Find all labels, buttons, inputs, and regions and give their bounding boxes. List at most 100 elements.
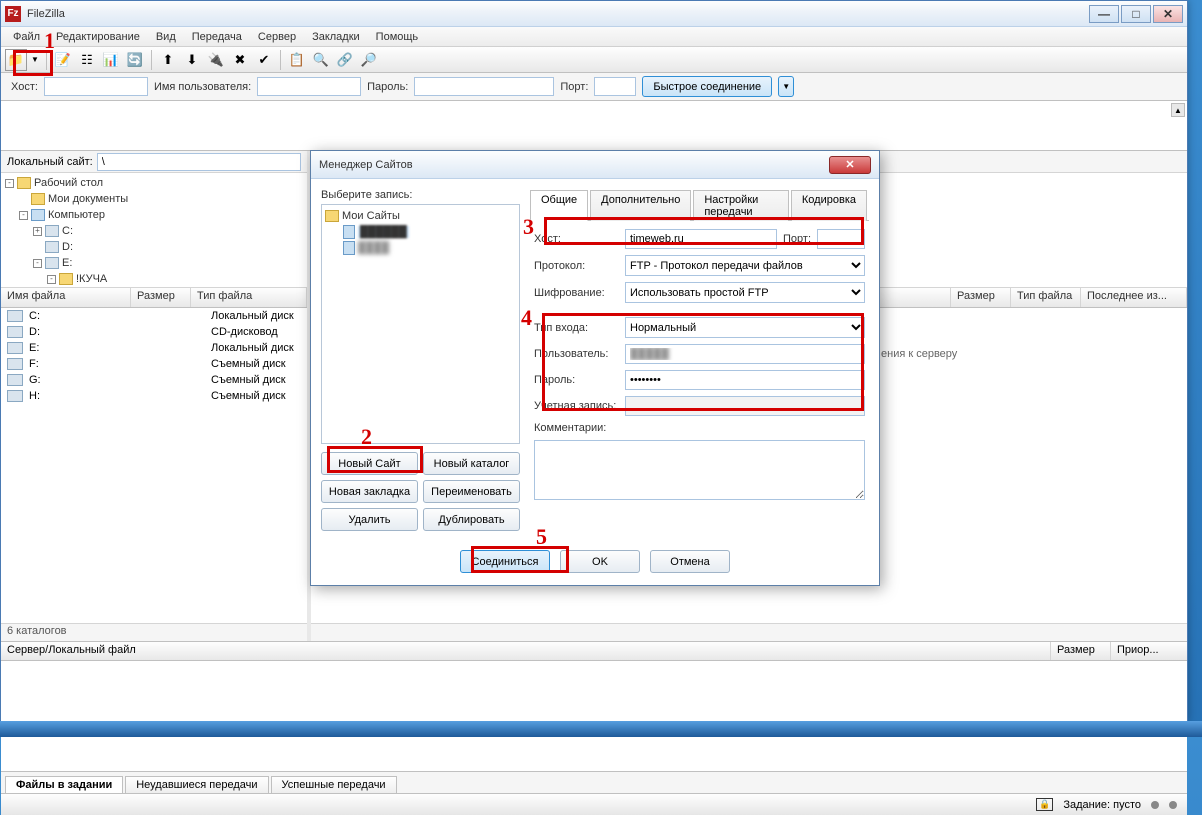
tree-docs[interactable]: Мои документы (48, 193, 128, 205)
toggle-queue-icon[interactable]: 📊 (100, 49, 122, 71)
tab-charset[interactable]: Кодировка (791, 190, 867, 221)
tree-drive-c[interactable]: C: (62, 225, 73, 237)
new-site-button[interactable]: Новый Сайт (321, 452, 418, 475)
user-input[interactable] (625, 344, 865, 364)
tree-computer[interactable]: Компьютер (48, 209, 105, 221)
dialog-tabs: Общие Дополнительно Настройки передачи К… (530, 189, 869, 221)
site-manager-button[interactable]: 📁 (5, 49, 27, 71)
rcol-size[interactable]: Размер (951, 288, 1011, 307)
password-input[interactable] (625, 370, 865, 390)
rcol-modified[interactable]: Последнее из... (1081, 288, 1187, 307)
rcol-type[interactable]: Тип файла (1011, 288, 1081, 307)
ok-button[interactable]: OK (560, 550, 640, 573)
search-icon[interactable]: 🔎 (358, 49, 380, 71)
qcol-prio[interactable]: Приор... (1111, 642, 1187, 660)
new-bookmark-button[interactable]: Новая закладка (321, 480, 418, 503)
local-tree[interactable]: -Рабочий стол Мои документы -Компьютер +… (1, 173, 307, 288)
statusbar: 🔒 Задание: пусто (1, 793, 1187, 815)
reconnect2-icon[interactable]: ✔ (253, 49, 275, 71)
new-folder-button[interactable]: Новый каталог (423, 452, 520, 475)
host-input[interactable] (625, 229, 777, 249)
comments-textarea[interactable] (534, 440, 865, 500)
reconnect-icon[interactable]: ✖ (229, 49, 251, 71)
tree-drive-d[interactable]: D: (62, 241, 73, 253)
drive-icon (7, 326, 23, 338)
titlebar: Fz FileZilla — □ ✕ (1, 1, 1187, 27)
tree-desktop[interactable]: Рабочий стол (34, 177, 103, 189)
tree-kucha[interactable]: !КУЧА (76, 273, 107, 285)
list-item: C:Локальный диск (1, 308, 307, 324)
qcol-server[interactable]: Сервер/Локальный файл (1, 642, 1051, 660)
tab-advanced[interactable]: Дополнительно (590, 190, 691, 221)
menu-file[interactable]: Файл (5, 29, 48, 45)
cancel-button[interactable]: Отмена (650, 550, 730, 573)
annotation-4: 4 (521, 305, 532, 331)
process-queue-icon[interactable]: ⬆ (157, 49, 179, 71)
scroll-up-icon[interactable]: ▲ (1171, 103, 1185, 117)
menu-bookmarks[interactable]: Закладки (304, 29, 368, 45)
tab-queued[interactable]: Файлы в задании (5, 776, 123, 793)
port-input[interactable] (817, 229, 865, 249)
cancel-icon[interactable]: ⬇ (181, 49, 203, 71)
col-size[interactable]: Размер (131, 288, 191, 307)
menubar: Файл Редактирование Вид Передача Сервер … (1, 27, 1187, 47)
tab-successful[interactable]: Успешные передачи (271, 776, 397, 793)
qc-port-input[interactable] (594, 77, 636, 96)
compare-icon[interactable]: 🔍 (310, 49, 332, 71)
qc-host-input[interactable] (44, 77, 148, 96)
sync-icon[interactable]: 🔗 (334, 49, 356, 71)
local-path-input[interactable] (97, 153, 301, 171)
menu-help[interactable]: Помощь (368, 29, 427, 45)
close-button[interactable]: ✕ (1153, 5, 1183, 23)
connect-button[interactable]: Соединиться (460, 550, 550, 573)
list-item: D:CD-дисковод (1, 324, 307, 340)
drive-icon (7, 390, 23, 402)
message-log: ▲ (1, 101, 1187, 151)
account-label: Учетная запись: (534, 400, 619, 412)
duplicate-button[interactable]: Дублировать (423, 508, 520, 531)
site-entry-2[interactable]: ████ (358, 242, 389, 254)
maximize-button[interactable]: □ (1121, 5, 1151, 23)
local-path-label: Локальный сайт: (7, 156, 93, 168)
qc-user-input[interactable] (257, 77, 361, 96)
menu-edit[interactable]: Редактирование (48, 29, 148, 45)
filter-icon[interactable]: 📋 (286, 49, 308, 71)
rename-button[interactable]: Переименовать (423, 480, 520, 503)
minimize-button[interactable]: — (1089, 5, 1119, 23)
delete-button[interactable]: Удалить (321, 508, 418, 531)
status-dot-idle (1151, 801, 1159, 809)
quickconnect-button[interactable]: Быстрое соединение (642, 76, 772, 97)
logon-type-select[interactable]: Нормальный (625, 317, 865, 338)
queue-tabs: Файлы в задании Неудавшиеся передачи Усп… (1, 771, 1187, 793)
drive-icon (7, 310, 23, 322)
toggle-log-icon[interactable]: 📝 (52, 49, 74, 71)
site-entry-1[interactable]: ██████ (358, 226, 409, 238)
qc-port-label: Порт: (560, 81, 588, 93)
account-input (625, 396, 865, 416)
col-name[interactable]: Имя файла (1, 288, 131, 307)
dialog-close-button[interactable]: ✕ (829, 156, 871, 174)
tab-transfer[interactable]: Настройки передачи (693, 190, 789, 221)
menu-transfer[interactable]: Передача (184, 29, 250, 45)
menu-view[interactable]: Вид (148, 29, 184, 45)
menu-server[interactable]: Сервер (250, 29, 304, 45)
protocol-select[interactable]: FTP - Протокол передачи файлов (625, 255, 865, 276)
encryption-select[interactable]: Использовать простой FTP (625, 282, 865, 303)
refresh-icon[interactable]: 🔄 (124, 49, 146, 71)
sites-root[interactable]: Мои Сайты (342, 210, 400, 222)
qc-pass-input[interactable] (414, 77, 554, 96)
quickconnect-history-dropdown[interactable]: ▼ (778, 76, 794, 97)
disconnect-icon[interactable]: 🔌 (205, 49, 227, 71)
toggle-tree-icon[interactable]: ☷ (76, 49, 98, 71)
qcol-size[interactable]: Размер (1051, 642, 1111, 660)
site-manager-dropdown[interactable]: ▼ (29, 49, 41, 71)
site-tree[interactable]: Мои Сайты ██████ ████ (321, 204, 520, 444)
tab-general[interactable]: Общие (530, 190, 588, 221)
col-type[interactable]: Тип файла (191, 288, 307, 307)
local-list[interactable]: C:Локальный диск D:CD-дисковод E:Локальн… (1, 308, 307, 623)
local-list-header: Имя файла Размер Тип файла (1, 288, 307, 308)
tree-drive-e[interactable]: E: (62, 257, 72, 269)
list-item: F:Съемный диск (1, 356, 307, 372)
password-label: Пароль: (534, 374, 619, 386)
tab-failed[interactable]: Неудавшиеся передачи (125, 776, 268, 793)
